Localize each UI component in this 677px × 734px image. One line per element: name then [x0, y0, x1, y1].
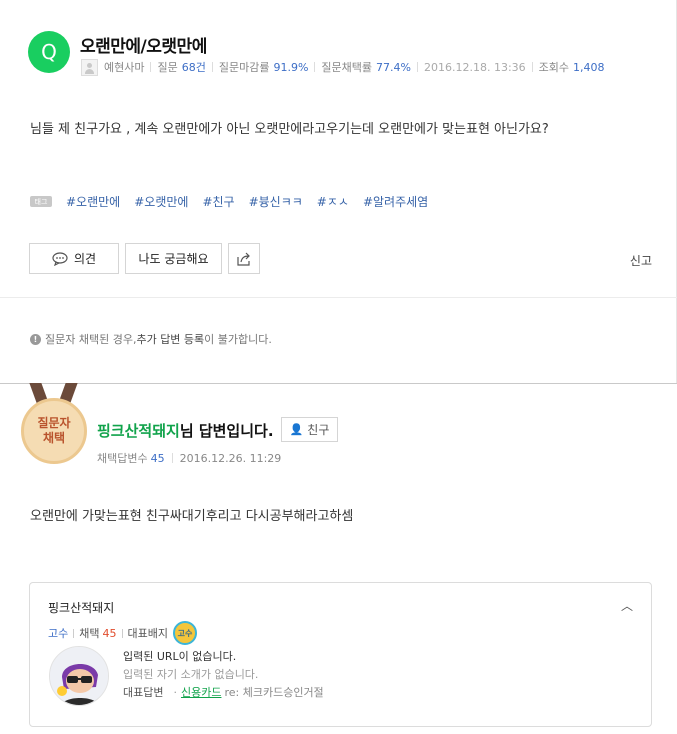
answer-divider — [0, 383, 677, 384]
adopt-rate-label: 질문채택률 — [321, 61, 373, 74]
adopted-medal-icon: 질문자 채택 — [21, 398, 87, 464]
profile-grade: 고수 — [48, 627, 69, 640]
stats-divider — [121, 628, 123, 638]
answer-meta: 채택답변수 45 2016.12.26. 11:29 — [97, 450, 281, 466]
add-person-icon: 👤 — [289, 423, 304, 436]
tag-list: 태그 #오랜만에 #오랫만에 #친구 #븅신ㅋㅋ #ㅈㅅ #알려주세염 — [30, 193, 442, 210]
adopt-count-label: 채택답변수 — [97, 452, 148, 465]
report-link[interactable]: 신고 — [630, 252, 652, 269]
meta-divider — [171, 453, 173, 463]
rep-answer-title[interactable]: re: 체크카드승인거절 — [224, 684, 323, 702]
tag-link[interactable]: #알려주세염 — [363, 193, 428, 210]
question-meta: 예현사마 질문 68건 질문마감률 91.9% 질문채택률 77.4% 2016… — [81, 58, 605, 76]
tag-link[interactable]: #ㅈㅅ — [317, 193, 349, 210]
profile-name[interactable]: 핑크산적돼지 — [48, 599, 114, 616]
answer-body: 오랜만에 가맞는표현 친구싸대기후리고 다시공부해라고하셈 — [30, 509, 354, 524]
profile-url: 입력된 URL이 없습니다. — [123, 650, 237, 663]
profile-avatar[interactable] — [49, 646, 109, 706]
questions-value: 68건 — [181, 61, 206, 74]
answerer-profile-card: 핑크산적돼지 ︿ 고수 채택 45 대표배지 고수 입력된 URL이 없습니다.… — [29, 582, 652, 727]
rep-answer-category-link[interactable]: 신용카드 — [181, 684, 221, 702]
notice-text-post: 이 불가합니다. — [204, 333, 272, 346]
question-actions: 의견 나도 궁금해요 — [29, 243, 266, 274]
profile-stats: 고수 채택 45 대표배지 고수 — [48, 621, 197, 645]
medal-line-2: 채택 — [42, 431, 66, 445]
adopt-notice: ! 질문자 채택된 경우, 추가 답변 등록 이 불가합니다. — [30, 331, 272, 347]
meta-divider — [150, 62, 152, 72]
tag-link[interactable]: #븅신ㅋㅋ — [249, 193, 303, 210]
question-title: 오랜만에/오랫만에 — [80, 37, 207, 57]
author-name[interactable]: 예현사마 — [104, 59, 144, 75]
tag-link[interactable]: #친구 — [202, 193, 234, 210]
profile-info: 입력된 URL이 없습니다. 입력된 자기 소개가 없습니다. 대표답변 · 신… — [123, 648, 324, 702]
representative-answer: 대표답변 · 신용카드 re: 체크카드승인거절 — [123, 684, 324, 702]
author-avatar-icon[interactable] — [81, 58, 98, 76]
adopt-count-value: 45 — [150, 451, 165, 465]
tag-icon: 태그 — [30, 196, 52, 207]
share-icon — [237, 252, 250, 266]
tag-link[interactable]: #오랜만에 — [66, 193, 120, 210]
question-section: Q 오랜만에/오랫만에 예현사마 질문 68건 질문마감률 91.9% 질문채택… — [0, 0, 677, 384]
opinion-label: 의견 — [73, 252, 97, 266]
answer-title-suffix: 님 답변입니다. — [179, 422, 274, 440]
rep-answer-label: 대표답변 — [123, 686, 164, 699]
deadline-rate-label: 질문마감률 — [218, 61, 270, 74]
representative-badge-icon[interactable]: 고수 — [172, 621, 197, 645]
bullet-dot-icon: · — [173, 686, 177, 699]
profile-badge-label: 대표배지 — [127, 627, 168, 640]
tag-link[interactable]: #오랫만에 — [134, 193, 188, 210]
exclamation-icon: ! — [30, 333, 41, 345]
profile-intro: 입력된 자기 소개가 없습니다. — [123, 668, 259, 681]
question-body: 님들 제 친구가요 , 계속 오랜만에가 아닌 오랫만에라고우기는데 오랜만에가… — [30, 122, 549, 137]
stats-divider — [73, 628, 75, 638]
views-label: 조회수 — [538, 61, 570, 74]
answer-date: 2016.12.26. 11:29 — [179, 451, 282, 465]
profile-adopt-label: 채택 — [79, 627, 100, 640]
opinion-button[interactable]: 의견 — [29, 243, 119, 274]
question-badge: Q — [28, 31, 70, 73]
deadline-rate-value: 91.9% — [273, 60, 309, 74]
share-button[interactable] — [228, 243, 260, 274]
meta-divider — [211, 62, 213, 72]
adopt-rate-value: 77.4% — [376, 60, 411, 74]
medal-line-1: 질문자 — [37, 416, 71, 430]
profile-character-icon — [50, 647, 108, 705]
notice-text-bold: 추가 답변 등록 — [136, 333, 205, 346]
section-divider — [0, 297, 677, 298]
add-friend-label: 친구 — [307, 423, 330, 437]
questions-label: 질문 — [157, 61, 178, 74]
answer-title: 핑크산적돼지님 답변입니다. — [97, 420, 274, 441]
speech-bubble-icon — [52, 251, 68, 266]
question-date: 2016.12.18. 13:36 — [423, 60, 526, 74]
views-value: 1,408 — [573, 60, 605, 74]
profile-adopt-value: 45 — [102, 626, 117, 640]
answerer-name[interactable]: 핑크산적돼지 — [97, 422, 180, 440]
meta-divider — [531, 62, 533, 72]
meta-divider — [416, 62, 418, 72]
collapse-chevron-icon[interactable]: ︿ — [621, 597, 633, 614]
add-friend-button[interactable]: 👤 친구 — [281, 417, 338, 442]
meta-divider — [314, 62, 316, 72]
me-too-curious-button[interactable]: 나도 궁금해요 — [125, 243, 222, 274]
notice-text-pre: 질문자 채택된 경우, — [45, 333, 137, 346]
